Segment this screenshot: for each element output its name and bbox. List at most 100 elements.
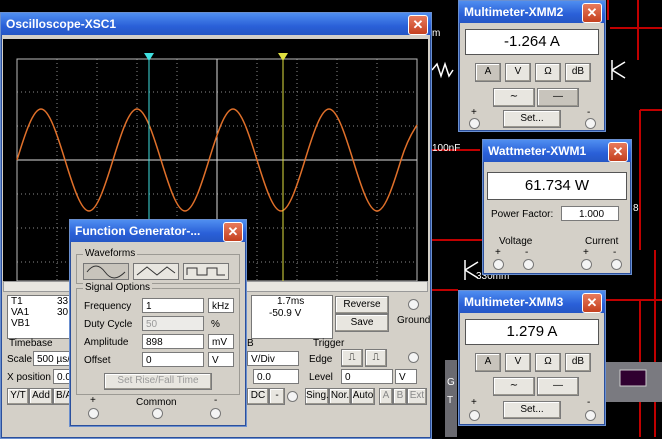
level-input[interactable]: 0 [341, 369, 393, 384]
plus-terminal-icon[interactable] [469, 410, 480, 421]
ammeter-mode-button[interactable]: A [475, 353, 501, 372]
side-label-t: T [447, 395, 454, 406]
voltage-minus-terminal-icon[interactable] [523, 259, 534, 270]
frequency-unit[interactable]: kHz [208, 298, 234, 313]
timebase-label: Timebase [9, 338, 53, 349]
decibel-mode-button[interactable]: dB [565, 353, 591, 372]
cursor-va1-label: VA1 [11, 307, 30, 318]
ac-mode-button[interactable]: ∼ [493, 88, 535, 107]
rising-edge-icon: ⎍ [348, 352, 356, 363]
voltage-minus-label: - [525, 247, 529, 258]
multimeter-xmm2-title: Multimeter-XMM2 [464, 5, 564, 19]
ac-wave-icon: ∼ [509, 91, 519, 102]
yt-button[interactable]: Y/T [7, 388, 29, 405]
current-plus-terminal-icon[interactable] [581, 259, 592, 270]
minus-terminal-icon[interactable] [585, 410, 596, 421]
t2-minus-t1-value: -50.9 V [269, 308, 302, 319]
close-icon[interactable]: ✕ [408, 15, 428, 35]
voltage-plus-label: + [495, 247, 501, 258]
side-label-g: G [447, 377, 455, 388]
offset-unit[interactable]: V [208, 352, 234, 367]
plus-terminal-label: + [471, 397, 477, 408]
dc-button[interactable]: DC [247, 388, 269, 405]
plus-terminal-icon[interactable] [88, 408, 99, 419]
falling-edge-button[interactable]: ⎍ [365, 349, 387, 367]
common-terminal-icon[interactable] [152, 408, 163, 419]
square-wave-button[interactable] [183, 263, 229, 280]
trigger-terminal-icon[interactable] [408, 352, 419, 363]
plus-terminal-label: + [471, 107, 477, 118]
frequency-input[interactable]: 1 [142, 298, 204, 313]
channel-b-terminal-icon[interactable] [287, 391, 298, 402]
trigger-ext-button[interactable]: Ext [407, 388, 427, 405]
channel-b-vdiv-input[interactable]: V/Div [247, 351, 299, 366]
add-button[interactable]: Add [29, 388, 53, 405]
current-minus-terminal-icon[interactable] [611, 259, 622, 270]
cursor-vb1-label: VB1 [11, 318, 30, 329]
level-label: Level [309, 372, 333, 383]
frequency-label: Frequency [84, 301, 132, 312]
minus-terminal-label: - [587, 107, 591, 118]
trigger-a-button[interactable]: A [379, 388, 393, 405]
close-icon[interactable]: ✕ [608, 142, 628, 162]
plus-terminal-icon[interactable] [469, 118, 480, 129]
channel-b-ypos-input[interactable]: 0.0 [253, 369, 299, 384]
oscilloscope-titlebar[interactable]: Oscilloscope-XSC1 [1, 13, 431, 35]
multimeter-xmm3-window[interactable]: Multimeter-XMM3 ✕ 1.279 A A V Ω dB ∼ — +… [458, 290, 606, 426]
triangle-wave-button[interactable] [133, 263, 179, 280]
amplitude-input[interactable]: 898 [142, 334, 204, 349]
voltmeter-mode-button[interactable]: V [505, 353, 531, 372]
multimeter-xmm2-window[interactable]: Multimeter-XMM2 ✕ -1.264 A A V Ω dB ∼ — … [458, 0, 606, 132]
auto-button[interactable]: Auto [351, 388, 375, 405]
rising-edge-button[interactable]: ⎍ [341, 349, 363, 367]
function-generator-window[interactable]: Function Generator-... ✕ Waveforms Signa… [69, 219, 247, 427]
minus-button[interactable]: - [269, 388, 285, 405]
ac-wave-icon: ∼ [509, 380, 519, 391]
reverse-button[interactable]: Reverse [335, 296, 389, 314]
close-icon[interactable]: ✕ [582, 293, 602, 313]
nor-button[interactable]: Nor. [329, 388, 351, 405]
settings-button[interactable]: Set... [503, 401, 561, 419]
wattmeter-window[interactable]: Wattmeter-XWM1 ✕ 61.734 W Power Factor: … [482, 139, 632, 275]
dc-mode-button[interactable]: — [537, 377, 579, 396]
waveforms-label: Waveforms [83, 248, 138, 259]
decibel-mode-button[interactable]: dB [565, 63, 591, 82]
close-icon[interactable]: ✕ [582, 3, 602, 23]
signal-options-label: Signal Options [83, 282, 153, 293]
x-position-label: X position [7, 372, 51, 383]
scale-label: Scale [7, 354, 33, 365]
level-unit[interactable]: V [395, 369, 417, 384]
ohmmeter-mode-button[interactable]: Ω [535, 63, 561, 82]
edge-label: Edge [309, 354, 333, 365]
offset-input[interactable]: 0 [142, 352, 204, 367]
oscilloscope-title: Oscilloscope-XSC1 [6, 17, 117, 31]
function-generator-titlebar[interactable]: Function Generator-... [70, 220, 246, 242]
ground-label: Ground [397, 315, 431, 326]
minus-terminal-icon[interactable] [210, 408, 221, 419]
close-icon[interactable]: ✕ [223, 222, 243, 242]
voltmeter-mode-button[interactable]: V [505, 63, 531, 82]
multimeter-xmm2-reading: -1.264 A [465, 29, 599, 55]
ammeter-mode-button[interactable]: A [475, 63, 501, 82]
save-button[interactable]: Save [335, 314, 389, 332]
amplitude-unit[interactable]: mV [208, 334, 234, 349]
settings-button[interactable]: Set... [503, 110, 561, 128]
dc-line-icon: — [553, 380, 563, 391]
capacitor-label: 100nF [432, 143, 461, 154]
duty-cycle-input[interactable]: 50 [142, 316, 204, 331]
sing-button[interactable]: Sing. [305, 388, 329, 405]
ground-terminal-icon[interactable] [408, 299, 419, 310]
duty-cycle-label: Duty Cycle [84, 319, 133, 330]
voltage-plus-terminal-icon[interactable] [493, 259, 504, 270]
set-rise-fall-button[interactable]: Set Rise/Fall Time [104, 373, 212, 390]
sine-wave-button[interactable] [83, 263, 129, 280]
trigger-b-button[interactable]: B [393, 388, 407, 405]
plus-terminal-label: + [90, 395, 96, 406]
function-generator-title: Function Generator-... [75, 224, 201, 238]
ohmmeter-mode-button[interactable]: Ω [535, 353, 561, 372]
ac-mode-button[interactable]: ∼ [493, 377, 535, 396]
dc-mode-button[interactable]: — [537, 88, 579, 107]
common-terminal-label: Common [136, 397, 177, 408]
minus-terminal-icon[interactable] [585, 118, 596, 129]
scale-input[interactable]: 500 µs/ [33, 351, 73, 366]
